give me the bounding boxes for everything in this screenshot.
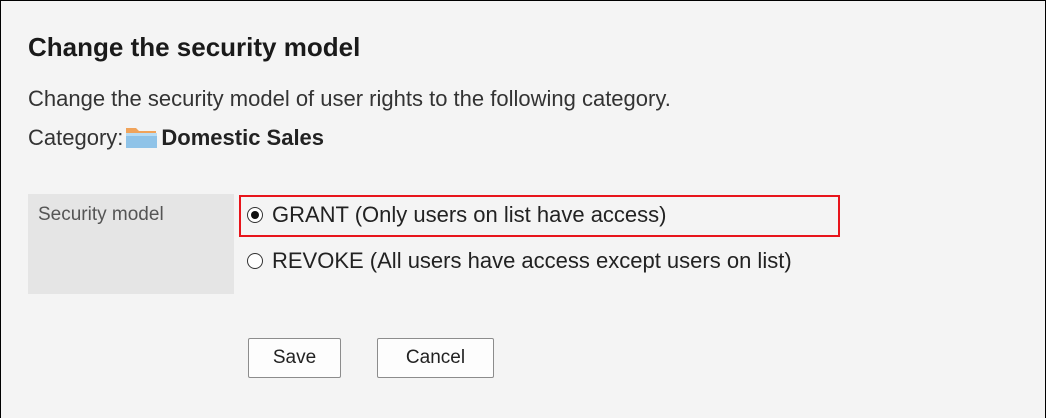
save-button[interactable]: Save — [248, 338, 341, 378]
folder-icon — [123, 124, 159, 152]
radio-label-grant: GRANT (Only users on list have access) — [272, 202, 667, 227]
security-model-label: Security model — [38, 204, 164, 225]
page-title: Change the security model — [28, 32, 361, 62]
category-name: Domestic Sales — [161, 125, 325, 150]
radio-option-revoke[interactable]: REVOKE (All users have access except use… — [247, 248, 792, 274]
field-label-cell: Security model — [28, 194, 234, 294]
category-row: Category: Domestic Sales — [28, 124, 324, 152]
radio-unchecked-icon[interactable] — [247, 253, 263, 269]
radio-option-grant[interactable]: GRANT (Only users on list have access) — [247, 202, 667, 228]
radio-checked-icon[interactable] — [247, 207, 263, 223]
dialog-panel: Change the security model Change the sec… — [0, 0, 1046, 418]
cancel-button[interactable]: Cancel — [377, 338, 494, 378]
description-text: Change the security model of user rights… — [28, 86, 671, 111]
radio-label-revoke: REVOKE (All users have access except use… — [272, 248, 792, 273]
category-label: Category: — [28, 125, 124, 150]
